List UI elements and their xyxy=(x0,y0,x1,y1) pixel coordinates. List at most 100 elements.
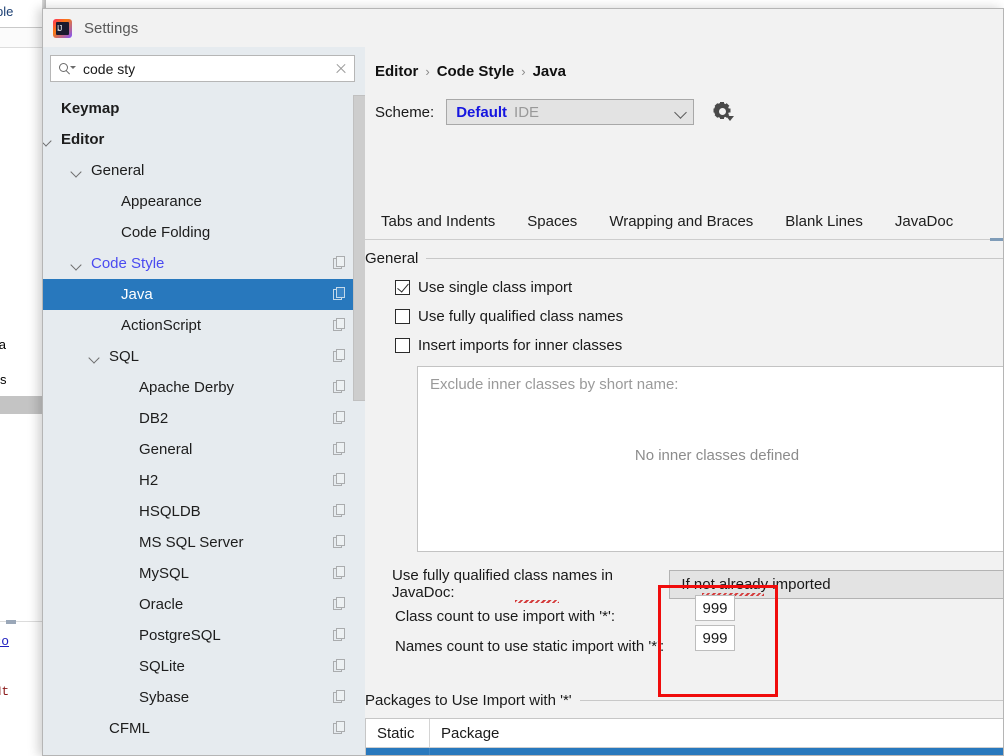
sidebar-item-cfml[interactable]: CFML xyxy=(43,713,365,744)
scheme-label: Scheme: xyxy=(375,103,435,121)
scheme-scope: IDE xyxy=(514,103,540,121)
background-marker xyxy=(6,620,16,624)
sidebar-item-editor[interactable]: Editor xyxy=(43,124,365,155)
chevron-down-icon[interactable] xyxy=(70,164,84,178)
exclude-placeholder-label: Exclude inner classes by short name: xyxy=(430,376,679,393)
checkbox-use-single-class-import[interactable] xyxy=(395,280,410,295)
sidebar-item-label: MySQL xyxy=(139,565,190,582)
sidebar-item-actionscript[interactable]: ActionScript xyxy=(43,310,365,341)
checkbox-use-fully-qualified-class-names[interactable] xyxy=(395,309,410,324)
tab-wrapping-and-braces[interactable]: Wrapping and Braces xyxy=(593,213,769,230)
background-tab-label: ample xyxy=(0,4,14,19)
sidebar-item-label: General xyxy=(91,162,145,179)
sidebar-item-db2[interactable]: DB2 xyxy=(43,403,365,434)
copy-scheme-icon[interactable] xyxy=(333,287,347,301)
sidebar-item-label: SQLite xyxy=(139,658,185,675)
sidebar-item-code-style[interactable]: Code Style xyxy=(43,248,365,279)
tab-javadoc[interactable]: JavaDoc xyxy=(879,213,969,230)
copy-scheme-icon[interactable] xyxy=(333,628,347,642)
sidebar-item-java[interactable]: Java xyxy=(43,279,365,310)
sidebar-item-general[interactable]: General xyxy=(43,155,365,186)
sidebar-item-sqlite[interactable]: SQLite xyxy=(43,651,365,682)
search-box[interactable] xyxy=(50,55,355,82)
sidebar-item-h2[interactable]: H2 xyxy=(43,465,365,496)
breadcrumb-item[interactable]: Java xyxy=(533,63,566,80)
checkbox-insert-imports-for-inner-classes[interactable] xyxy=(395,338,410,353)
sidebar-item-label: PostgreSQL xyxy=(139,627,221,644)
checkbox-label: Use single class import xyxy=(418,279,573,296)
sidebar-item-apache-derby[interactable]: Apache Derby xyxy=(43,372,365,403)
copy-scheme-icon[interactable] xyxy=(333,473,347,487)
settings-dialog: IJ Settings Keymap Editor General Appearanc… xyxy=(42,8,1004,756)
sidebar-item-ms-sql-server[interactable]: MS SQL Server xyxy=(43,527,365,558)
checkbox-row[interactable]: Use single class import xyxy=(395,279,1003,296)
sidebar-item-label: Java xyxy=(121,286,153,303)
gear-icon[interactable] xyxy=(712,102,735,122)
breadcrumb-item[interactable]: Editor xyxy=(375,63,418,80)
copy-scheme-icon[interactable] xyxy=(333,256,347,270)
javadoc-fqcn-value: If not already imported xyxy=(681,575,831,593)
sidebar-item-oracle[interactable]: Oracle xyxy=(43,589,365,620)
sidebar-item-label: General xyxy=(139,441,193,458)
sidebar-item-postgresql[interactable]: PostgreSQL xyxy=(43,620,365,651)
copy-scheme-icon[interactable] xyxy=(333,349,347,363)
copy-scheme-icon[interactable] xyxy=(333,411,347,425)
copy-scheme-icon[interactable] xyxy=(333,380,347,394)
copy-scheme-icon[interactable] xyxy=(333,318,347,332)
column-header-static[interactable]: Static xyxy=(366,719,430,747)
sidebar-item-hsqldb[interactable]: HSQLDB xyxy=(43,496,365,527)
copy-scheme-icon[interactable] xyxy=(333,504,347,518)
general-checkbox-list[interactable]: Use single class import Use fully qualifi… xyxy=(365,279,1003,354)
settings-main-panel: Editor › Code Style › Java Scheme: Default I… xyxy=(365,47,1003,755)
settings-tab-strip[interactable]: Tabs and Indents Spaces Wrapping and Brace… xyxy=(365,204,1003,240)
spellcheck-underline xyxy=(515,600,559,603)
copy-scheme-icon[interactable] xyxy=(333,597,347,611)
chevron-down-icon[interactable] xyxy=(70,257,84,271)
copy-scheme-icon[interactable] xyxy=(333,721,347,735)
sidebar-item-general[interactable]: General xyxy=(43,434,365,465)
chevron-down-icon[interactable] xyxy=(88,350,102,364)
tab-tabs-and-indents[interactable]: Tabs and Indents xyxy=(365,213,511,230)
sidebar-item-appearance[interactable]: Appearance xyxy=(43,186,365,217)
class-count-label: Class count to use import with '*': xyxy=(395,608,615,625)
exclude-empty-message: No inner classes defined xyxy=(634,447,800,464)
sidebar-item-sql[interactable]: SQL xyxy=(43,341,365,372)
checkbox-row[interactable]: Insert imports for inner classes xyxy=(395,337,1003,354)
copy-scheme-icon[interactable] xyxy=(333,690,347,704)
copy-scheme-icon[interactable] xyxy=(333,659,347,673)
breadcrumb-item[interactable]: Code Style xyxy=(437,63,515,80)
packages-table[interactable]: Static Package import java.awt.*import j… xyxy=(365,718,1003,755)
sidebar-item-keymap[interactable]: Keymap xyxy=(43,93,365,124)
dialog-titlebar: IJ Settings xyxy=(43,9,1003,47)
copy-scheme-icon[interactable] xyxy=(333,442,347,456)
tab-blank-lines[interactable]: Blank Lines xyxy=(769,213,879,230)
sidebar-item-mysql[interactable]: MySQL xyxy=(43,558,365,589)
names-count-label: Names count to use static import with '*… xyxy=(395,638,665,655)
close-icon[interactable] xyxy=(334,62,348,76)
sidebar-item-label: Editor xyxy=(61,131,105,148)
legend-divider xyxy=(426,258,1003,259)
copy-scheme-icon[interactable] xyxy=(333,566,347,580)
settings-tree[interactable]: Keymap Editor General Appearance Code Foldin… xyxy=(43,93,365,755)
copy-scheme-icon[interactable] xyxy=(333,535,347,549)
sidebar-item-sybase[interactable]: Sybase xyxy=(43,682,365,713)
table-row[interactable]: import java.awt.* xyxy=(366,748,1003,755)
sidebar-item-label: Code Style xyxy=(91,255,165,272)
general-group-legend: General xyxy=(365,250,1003,267)
checkbox-label: Use fully qualified class names xyxy=(418,308,624,325)
column-header-package[interactable]: Package xyxy=(430,719,499,747)
chevron-down-icon[interactable] xyxy=(43,133,54,147)
static-cell[interactable] xyxy=(366,748,430,755)
exclude-inner-classes-panel[interactable]: Exclude inner classes by short name: No … xyxy=(417,366,1003,552)
sidebar-item-label: Appearance xyxy=(121,193,202,210)
search-input[interactable] xyxy=(81,59,334,78)
sidebar-item-code-folding[interactable]: Code Folding xyxy=(43,217,365,248)
sidebar-scrollbar-thumb[interactable] xyxy=(353,95,365,401)
class-count-input[interactable]: 999 xyxy=(695,595,735,621)
names-count-input[interactable]: 999 xyxy=(695,625,735,651)
background-console-area: st/co n.Ht xyxy=(0,626,42,756)
checkbox-row[interactable]: Use fully qualified class names xyxy=(395,308,1003,325)
tab-spaces[interactable]: Spaces xyxy=(511,213,593,230)
scheme-dropdown[interactable]: Default IDE xyxy=(446,99,695,125)
sidebar-item-label: MS SQL Server xyxy=(139,534,244,551)
